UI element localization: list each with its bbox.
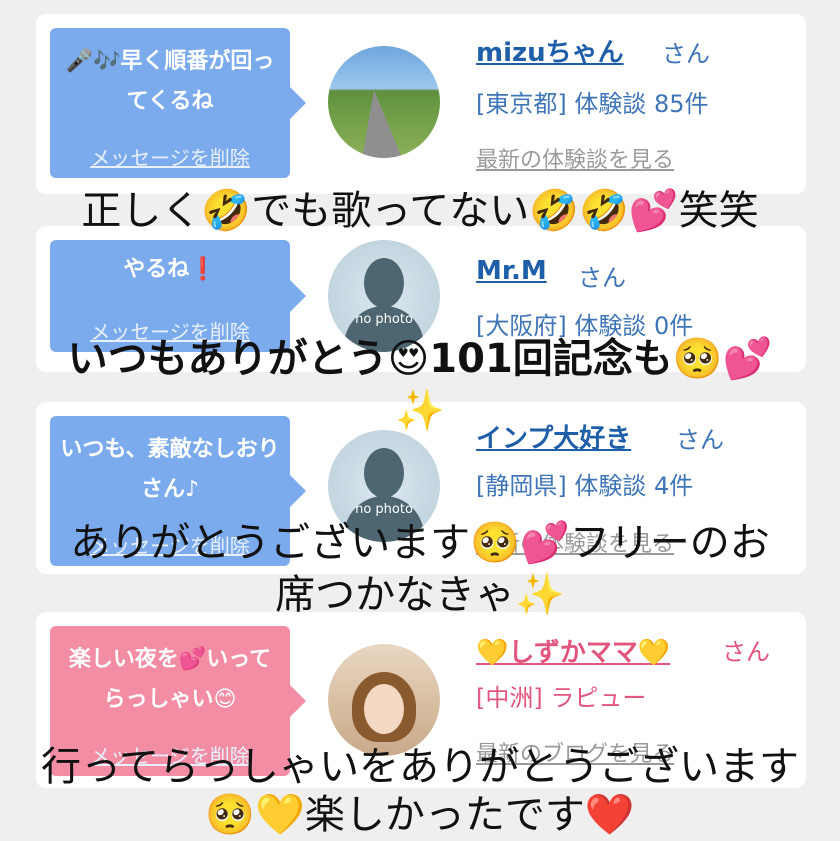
face-image <box>364 684 404 734</box>
message-text: やるね❗ <box>123 257 217 282</box>
silhouette-head <box>364 258 404 308</box>
honorific: さん <box>722 638 770 666</box>
overlay-caption: ✨ <box>395 388 445 434</box>
silhouette-head <box>364 448 404 498</box>
screenshot-page: 🎤🎶早く順番が回ってくるね メッセージを削除 mizuちゃん さん [東京都] … <box>0 0 840 841</box>
user-name-link[interactable]: 💛しずかママ💛 <box>476 632 670 669</box>
overlay-caption: ありがとうございます🥺💕フリーのお <box>70 520 770 566</box>
message-text: 楽しい夜を💕いってらっしゃい😊 <box>68 647 272 712</box>
avatar[interactable] <box>328 644 440 756</box>
honorific: さん <box>662 40 710 68</box>
overlay-caption: 席つかなきゃ✨ <box>275 572 565 618</box>
avatar[interactable] <box>328 46 440 158</box>
message-card: 🎤🎶早く順番が回ってくるね メッセージを削除 mizuちゃん さん [東京都] … <box>36 14 806 194</box>
overlay-caption: 🥺💛楽しかったです❤️ <box>205 792 635 838</box>
message-text: いつも、素敵なしおりさん♪ <box>60 437 280 502</box>
no-photo-label: no photo <box>355 502 413 517</box>
user-info: [中洲] ラピュー <box>476 684 647 712</box>
latest-posts-link[interactable]: 最新の体験談を見る <box>476 142 674 174</box>
user-info: [静岡県] 体験談 4件 <box>476 472 694 500</box>
overlay-caption: 正しく🤣でも歌ってない🤣🤣💕笑笑 <box>81 188 759 234</box>
message-text: 🎤🎶早く順番が回ってくるね <box>65 49 275 114</box>
no-photo-label: no photo <box>355 312 413 327</box>
delete-message-link[interactable]: メッセージを削除 <box>50 146 290 170</box>
user-name-link[interactable]: Mr.M <box>476 256 547 286</box>
overlay-caption: いつもありがとう😍101回記念も🥺💕 <box>67 336 773 382</box>
user-name-link[interactable]: mizuちゃん <box>476 32 624 69</box>
honorific: さん <box>578 264 626 292</box>
overlay-caption: 行ってらっしゃいをありがとうございます <box>41 744 799 790</box>
user-info: [東京都] 体験談 85件 <box>476 90 709 118</box>
road-image <box>362 90 402 158</box>
message-bubble: 🎤🎶早く順番が回ってくるね メッセージを削除 <box>50 28 306 178</box>
